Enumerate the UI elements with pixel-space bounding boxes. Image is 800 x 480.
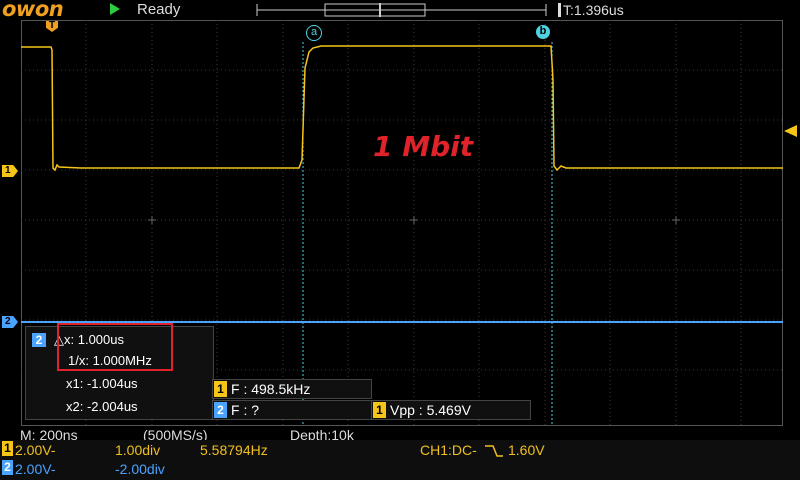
measurement-ch1-vpp: 1 Vpp : 5.469V	[371, 400, 531, 420]
ch1-offset: 1.00div	[115, 442, 161, 458]
ch1-volts: 2.00V-	[15, 442, 56, 458]
measurement-text: F : ?	[231, 402, 260, 418]
cursor-b-tag[interactable]: b	[536, 25, 550, 39]
ch2-offset: -2.00div	[115, 461, 165, 477]
measurement-channel-badge: 1	[373, 402, 386, 418]
cursor-x2: x2: -2.004us	[66, 399, 138, 414]
ch2-offset-marker[interactable]: 2	[2, 316, 18, 328]
ch1-offset-marker[interactable]: 1	[2, 165, 18, 177]
falling-edge-icon	[485, 445, 503, 457]
top-status-bar: owon Ready T:1.396us	[0, 0, 800, 21]
memory-position-bar[interactable]	[0, 0, 800, 20]
cursor-a-tag[interactable]: a	[306, 25, 322, 41]
measurement-text: F : 498.5kHz	[231, 381, 311, 397]
trigger-level-marker[interactable]	[784, 125, 797, 137]
measurement-channel-badge: 2	[214, 402, 227, 418]
channel-status-bar: 1 2.00V- 1.00div 5.58794Hz CH1:DC- 1.60V…	[0, 440, 800, 480]
annotation-label: 1 Mbit	[373, 130, 474, 163]
trigger-position-label: T:1.396us	[563, 2, 624, 18]
trigger-level: 1.60V	[508, 442, 545, 458]
measurement-channel-badge: 1	[214, 381, 227, 397]
trigger-coupling: CH1:DC-	[420, 442, 477, 458]
cursor-x1: x1: -1.004us	[66, 376, 138, 391]
measurement-ch2-frequency: 2F : ?	[212, 400, 372, 420]
highlight-box	[57, 323, 173, 371]
measurement-ch1-frequency: 1F : 498.5kHz	[212, 379, 372, 399]
ch2-status-row[interactable]: 2 2.00V- -2.00div	[0, 460, 800, 479]
ch1-status-row[interactable]: 1 2.00V- 1.00div 5.58794Hz CH1:DC- 1.60V	[0, 441, 800, 460]
ch1-frequency: 5.58794Hz	[200, 442, 268, 458]
ch2-badge: 2	[2, 460, 13, 475]
ch2-volts: 2.00V-	[15, 461, 56, 477]
trigger-position-marker	[558, 3, 561, 17]
measurement-text: Vpp : 5.469V	[390, 402, 471, 418]
ch1-badge: 1	[2, 441, 13, 456]
cursor-channel-badge: 2	[32, 333, 46, 347]
